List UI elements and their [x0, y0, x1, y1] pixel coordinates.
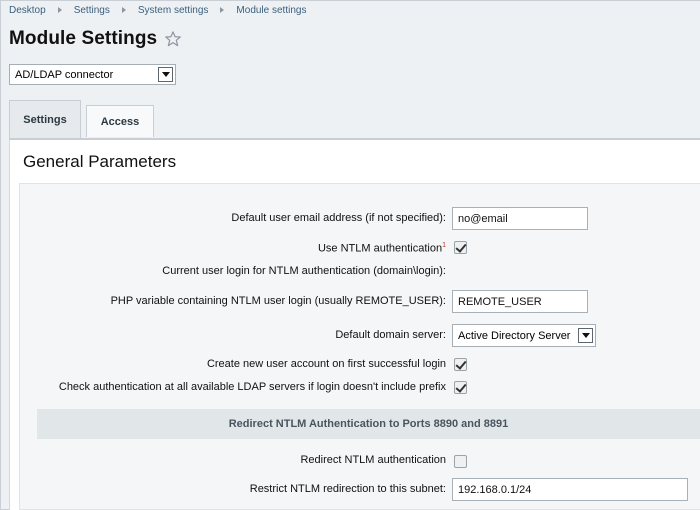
breadcrumb-system-settings[interactable]: System settings	[138, 5, 209, 16]
breadcrumb: Desktop Settings System settings Module …	[9, 3, 306, 17]
breadcrumb-module-settings[interactable]: Module settings	[236, 5, 306, 16]
php-variable-input[interactable]: REMOTE_USER	[452, 290, 588, 313]
redirect-ntlm-label: Redirect NTLM authentication	[300, 454, 446, 466]
current-login-label: Current user login for NTLM authenticati…	[162, 265, 446, 277]
redirect-ntlm-checkbox[interactable]	[454, 455, 467, 468]
create-account-label: Create new user account on first success…	[206, 358, 446, 370]
use-ntlm-label-text: Use NTLM authentication	[317, 242, 443, 255]
breadcrumb-separator-icon	[57, 7, 62, 13]
footnote-marker: 1	[442, 242, 446, 249]
default-domain-label: Default domain server:	[335, 329, 446, 341]
default-domain-select[interactable]: Active Directory Server	[452, 324, 596, 347]
page-title: Module Settings	[9, 28, 158, 49]
redirect-section-header: Redirect NTLM Authentication to Ports 88…	[37, 409, 700, 439]
section-title: General Parameters	[23, 152, 177, 171]
star-icon[interactable]	[164, 30, 182, 48]
create-account-checkbox[interactable]	[454, 358, 467, 371]
default-email-input[interactable]: no@email	[452, 207, 588, 230]
breadcrumb-separator-icon	[121, 7, 126, 13]
restrict-subnet-input[interactable]: 192.168.0.1/24	[452, 478, 688, 501]
use-ntlm-checkbox[interactable]	[454, 241, 467, 254]
tab-settings[interactable]: Settings	[9, 100, 81, 139]
php-variable-label: PHP variable containing NTLM user login …	[110, 295, 446, 307]
module-select[interactable]: AD/LDAP connector	[9, 64, 176, 85]
default-domain-value: Active Directory Server	[458, 329, 571, 342]
module-select-value: AD/LDAP connector	[15, 68, 114, 81]
default-email-label: Default user email address (if not speci…	[231, 212, 446, 224]
restrict-subnet-label: Restrict NTLM redirection to this subnet…	[249, 483, 446, 495]
check-all-servers-checkbox[interactable]	[454, 381, 467, 394]
breadcrumb-separator-icon	[220, 7, 225, 13]
use-ntlm-label: Use NTLM authentication1	[318, 242, 446, 255]
chevron-down-icon[interactable]	[158, 67, 173, 82]
breadcrumb-settings[interactable]: Settings	[74, 5, 110, 16]
tab-access[interactable]: Access	[86, 105, 154, 137]
check-all-servers-label: Check authentication at all available LD…	[58, 381, 446, 393]
breadcrumb-desktop[interactable]: Desktop	[9, 5, 46, 16]
chevron-down-icon[interactable]	[578, 328, 593, 343]
